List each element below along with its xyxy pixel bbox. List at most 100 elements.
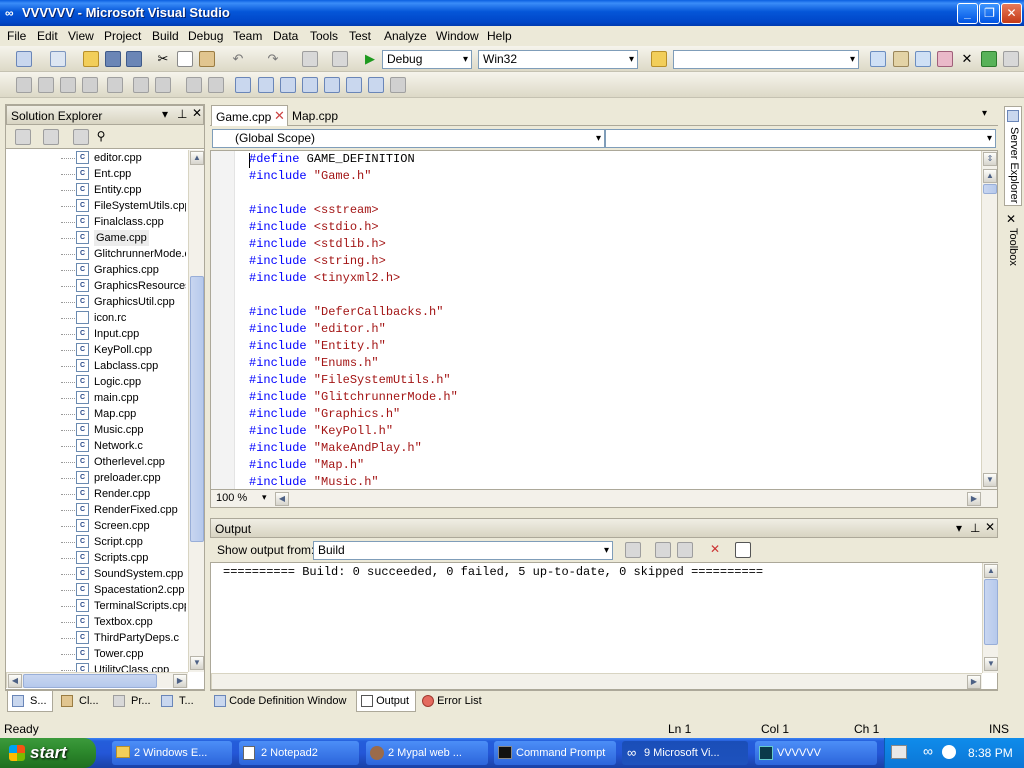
solution-tree-item[interactable]: FileSystemUtils.cpp [94,198,186,214]
view-class-diagram-icon[interactable]: ⚲ [93,129,109,145]
start-page-icon[interactable] [981,51,997,67]
menu-view[interactable]: View [68,29,94,43]
properties-window-icon[interactable] [893,51,909,67]
restore-button[interactable]: ❐ [979,3,1000,24]
tab-solution-explorer[interactable]: S... [7,691,53,712]
editor-scroll-thumb[interactable] [983,184,997,194]
next-bookmark-folder-icon[interactable] [324,77,340,93]
bookmark-icon[interactable] [235,77,251,93]
solution-tree-item[interactable]: GlitchrunnerMode.c [94,246,186,262]
task-notepad2[interactable]: 2 Notepad2 [239,741,359,765]
previous-bookmark-icon[interactable] [258,77,274,93]
display-quick-info-icon[interactable] [60,77,76,93]
active-files-chevron-icon[interactable]: ▾ [982,108,987,119]
new-project-icon[interactable] [16,51,32,67]
go-to-previous-message-icon[interactable] [655,542,671,558]
chevron-down-icon[interactable]: ▾ [162,107,168,121]
visual-studio-tray-icon[interactable]: ∞ [923,743,933,759]
scroll-up-icon[interactable]: ▲ [190,151,204,165]
solution-tree-item[interactable]: Labclass.cpp [94,358,158,374]
scope-dropdown[interactable]: (Global Scope) [212,129,605,148]
task-vvvvvv[interactable]: VVVVVV [755,741,877,765]
pin-icon[interactable]: ⊥ [177,107,187,121]
scroll-thumb[interactable] [190,276,204,542]
solution-tree-item[interactable]: Screen.cpp [94,518,150,534]
menu-team[interactable]: Team [233,29,262,43]
solution-tree-item[interactable]: Graphics.cpp [94,262,159,278]
solution-tree-item[interactable]: Ent.cpp [94,166,131,182]
tab-error-list[interactable]: Error List [422,691,482,711]
editor-scrollbar[interactable]: ⇕ ▲ ▼ [981,151,997,489]
show-all-files-icon[interactable] [43,129,59,145]
next-bookmark-document-icon[interactable] [368,77,384,93]
uncomment-icon[interactable] [186,77,202,93]
scroll-left-icon[interactable]: ◀ [275,492,289,506]
menu-window[interactable]: Window [436,29,479,43]
solution-explorer-icon[interactable] [870,51,886,67]
tab-toolbox[interactable]: ✕ Toolbox [1004,210,1022,268]
add-item-icon[interactable] [50,51,66,67]
tab-output[interactable]: Output [356,691,416,712]
output-scrollbar[interactable]: ▲ ▼ [982,563,998,673]
output-source-dropdown[interactable]: Build [313,541,613,560]
display-object-member-list-icon[interactable] [16,77,32,93]
solution-tree-item[interactable]: Finalclass.cpp [94,214,164,230]
comment-out-icon[interactable] [155,77,171,93]
scroll-down-icon[interactable]: ▼ [190,656,204,670]
close-icon[interactable]: ✕ [985,520,995,534]
navigate-forward-icon[interactable] [332,51,348,67]
member-dropdown[interactable] [605,129,996,148]
close-button[interactable]: ✕ [1001,3,1022,24]
menu-data[interactable]: Data [273,29,298,43]
solution-tree-item[interactable]: Entity.cpp [94,182,142,198]
solution-tree-item[interactable]: Music.cpp [94,422,144,438]
toggle-bookmark-icon[interactable] [208,77,224,93]
view-code-icon[interactable] [73,129,89,145]
solution-tree-item[interactable]: Spacestation2.cpp [94,582,185,598]
keyboard-icon[interactable] [891,745,907,759]
menu-debug[interactable]: Debug [188,29,223,43]
clock[interactable]: 8:38 PM [968,746,1013,760]
minimize-button[interactable]: _ [957,3,978,24]
solution-tree-item[interactable]: Scripts.cpp [94,550,148,566]
previous-bookmark-document-icon[interactable] [346,77,362,93]
display-parameter-info-icon[interactable] [38,77,54,93]
solution-tree-item[interactable]: Textbox.cpp [94,614,153,630]
toggle-word-wrap-icon[interactable] [735,542,751,558]
increase-indent-icon[interactable] [133,77,149,93]
menu-file[interactable]: File [7,29,26,43]
solution-tree-item[interactable]: RenderFixed.cpp [94,502,178,518]
scroll-left-icon[interactable]: ◀ [8,674,22,688]
zoom-level[interactable]: 100 % [216,492,247,504]
object-browser-icon[interactable] [915,51,931,67]
close-tab-icon[interactable]: ✕ [274,108,285,124]
redo-icon[interactable]: ↷ [265,51,281,67]
solution-tree-item[interactable]: Script.cpp [94,534,143,550]
save-all-icon[interactable] [126,51,142,67]
display-word-completion-icon[interactable] [82,77,98,93]
start-button[interactable]: start [0,738,96,768]
solution-configuration-dropdown[interactable]: Debug [382,50,472,69]
clear-bookmarks-icon[interactable] [390,77,406,93]
volume-icon[interactable] [942,745,956,759]
tools-icon[interactable]: ✕ [959,51,975,67]
tab-property-manager[interactable]: Pr... [109,691,159,712]
solution-explorer-scrollbar[interactable]: ▲ ▼ [188,150,204,672]
properties-icon[interactable] [15,129,31,145]
solution-tree-item[interactable]: KeyPoll.cpp [94,342,152,358]
close-icon[interactable]: ✕ [192,106,202,120]
decrease-indent-icon[interactable] [107,77,123,93]
solution-tree-item[interactable]: Otherlevel.cpp [94,454,165,470]
solution-tree-item[interactable]: Map.cpp [94,406,136,422]
menu-tools[interactable]: Tools [310,29,338,43]
solution-tree-item[interactable]: Game.cpp [94,230,149,246]
start-debugging-icon[interactable]: ▶ [362,51,378,67]
pin-icon[interactable]: ⊥ [970,521,980,535]
scroll-down-icon[interactable]: ▼ [984,657,998,671]
chevron-down-icon[interactable]: ▾ [956,521,962,535]
tab-code-definition-window[interactable]: Code Definition Window [214,691,346,711]
solution-tree-item[interactable]: Network.c [94,438,143,454]
solution-tree-item[interactable]: Logic.cpp [94,374,141,390]
clear-all-icon[interactable]: ✕ [707,542,723,558]
solution-tree-item[interactable]: ThirdPartyDeps.c [94,630,179,646]
